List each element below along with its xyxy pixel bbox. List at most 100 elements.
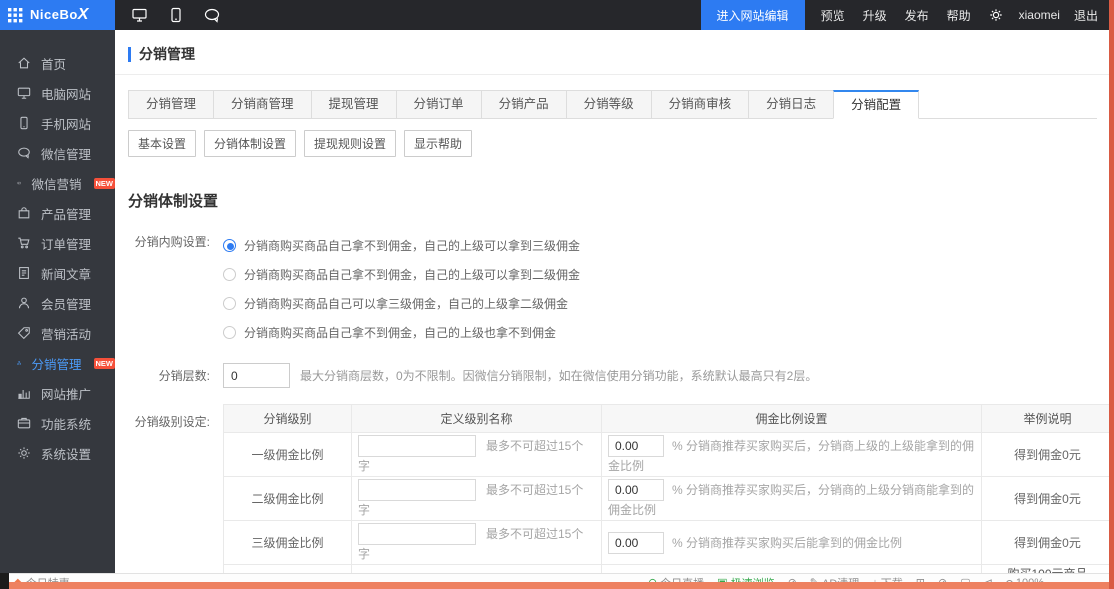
tab-withdraw-mgmt[interactable]: 提现管理 <box>311 90 397 119</box>
mobile-view-icon[interactable] <box>170 7 182 23</box>
level1-name-input[interactable] <box>358 435 476 457</box>
radio-selected-icon[interactable] <box>223 239 236 252</box>
sidebar-item-label: 功能系统 <box>41 414 91 433</box>
header-divider <box>115 74 1114 75</box>
new-badge: NEW <box>94 178 116 189</box>
level1-rate-input[interactable] <box>608 435 664 457</box>
level2-name-input[interactable] <box>358 479 476 501</box>
bottom-orange-bar <box>9 582 1114 589</box>
sidebar-item-products[interactable]: 产品管理 <box>0 198 115 228</box>
tab-distribution-levels[interactable]: 分销等级 <box>566 90 652 119</box>
table-row-level1: 一级佣金比例 最多不可超过15个字 % 分销商推荐买家购买后，分销商上级的上级能… <box>224 433 1114 477</box>
radio-option-2[interactable]: 分销商购买商品自己拿不到佣金，自己的上级可以拿到二级佣金 <box>223 260 580 289</box>
distribution-levels-setting: 分销层数: 最大分销商层数，0为不限制。因微信分销限制，如在微信使用分销功能，系… <box>128 363 1114 388</box>
tab-distribution-log[interactable]: 分销日志 <box>748 90 834 119</box>
sidebar-item-function-system[interactable]: 功能系统 <box>0 408 115 438</box>
briefcase-icon <box>17 416 31 430</box>
tab-distributor-review[interactable]: 分销商审核 <box>651 90 750 119</box>
radio-option-text: 分销商购买商品自己拿不到佣金，自己的上级也拿不到佣金 <box>244 324 556 341</box>
level-table-label: 分销级别设定: <box>128 404 210 573</box>
document-icon <box>17 266 31 280</box>
topbar-user: xiaomei 退出 <box>1019 0 1114 30</box>
rate-description: % 分销商推荐买家购买后能拿到的佣金比例 <box>672 536 902 550</box>
config-subtabs: 基本设置 分销体制设置 提现规则设置 显示帮助 <box>128 130 1114 157</box>
buyer-desc-cell: 直接购买商品的买家，无佣金 <box>602 565 982 574</box>
radio-option-4[interactable]: 分销商购买商品自己拿不到佣金，自己的上级也拿不到佣金 <box>223 318 580 347</box>
menu-publish[interactable]: 发布 <box>905 7 929 24</box>
radio-group-label: 分销内购设置: <box>128 231 210 347</box>
logo-block[interactable]: NiceBoX <box>0 0 115 30</box>
tab-distribution-products[interactable]: 分销产品 <box>481 90 567 119</box>
sidebar-item-news[interactable]: 新闻文章 <box>0 258 115 288</box>
level-count-input[interactable] <box>223 363 290 388</box>
tab-distributor-mgmt[interactable]: 分销商管理 <box>213 90 312 119</box>
subtab-withdraw-rules[interactable]: 提现规则设置 <box>304 130 396 157</box>
home-icon <box>17 56 31 70</box>
sidebar-item-desktop-site[interactable]: 电脑网站 <box>0 78 115 108</box>
level3-rate-input[interactable] <box>608 532 664 554</box>
buyer-name-cell: - <box>352 565 602 574</box>
level3-name-input[interactable] <box>358 523 476 545</box>
desktop-view-icon[interactable] <box>131 7 148 23</box>
level2-rate-input[interactable] <box>608 479 664 501</box>
subtab-basic-settings[interactable]: 基本设置 <box>128 130 196 157</box>
tab-distribution-config[interactable]: 分销配置 <box>833 90 919 119</box>
cart-icon <box>17 236 31 250</box>
main-content: 分销管理 分销管理 分销商管理 提现管理 分销订单 分销产品 分销等级 分销商审… <box>115 30 1114 573</box>
chat-icon <box>17 146 31 160</box>
col-header-example: 举例说明 <box>982 405 1114 433</box>
enter-site-editor-button[interactable]: 进入网站编辑 <box>701 0 805 30</box>
mobile-icon <box>17 116 31 130</box>
sidebar-item-label: 新闻文章 <box>41 264 91 283</box>
radio-unselected-icon[interactable] <box>223 297 236 310</box>
table-row-buyer: 买家 - 直接购买商品的买家，无佣金 购买100元商品 （不包含运费等其它费用） <box>224 565 1114 574</box>
sidebar-item-orders[interactable]: 订单管理 <box>0 228 115 258</box>
radio-option-1[interactable]: 分销商购买商品自己拿不到佣金，自己的上级可以拿到三级佣金 <box>223 231 580 260</box>
org-tree-icon <box>17 356 21 370</box>
subtab-system-settings[interactable]: 分销体制设置 <box>204 130 296 157</box>
tab-distribution-orders[interactable]: 分销订单 <box>396 90 482 119</box>
new-badge: NEW <box>94 358 116 369</box>
sidebar-item-marketing-activity[interactable]: 营销活动 <box>0 318 115 348</box>
device-switcher <box>115 0 221 30</box>
sidebar-item-wechat-mgmt[interactable]: 微信管理 <box>0 138 115 168</box>
sidebar-item-members[interactable]: 会员管理 <box>0 288 115 318</box>
username[interactable]: xiaomei <box>1019 8 1060 22</box>
sidebar-item-wechat-marketing[interactable]: 微信营销 NEW <box>0 168 115 198</box>
col-header-name: 定义级别名称 <box>352 405 602 433</box>
settings-gear-icon <box>17 446 31 460</box>
brand-logo: NiceBoX <box>30 6 89 24</box>
app-body: 首页 电脑网站 手机网站 微信管理 微信营销 NEW 产品管理 <box>0 30 1114 573</box>
sidebar-item-site-promotion[interactable]: 网站推广 <box>0 378 115 408</box>
radio-unselected-icon[interactable] <box>223 268 236 281</box>
radio-option-text: 分销商购买商品自己可以拿三级佣金，自己的上级拿二级佣金 <box>244 295 568 312</box>
menu-preview[interactable]: 预览 <box>821 7 845 24</box>
sidebar-item-label: 网站推广 <box>41 384 91 403</box>
gear-icon[interactable] <box>989 8 1003 22</box>
section-heading-system: 分销体制设置 <box>128 190 1114 211</box>
logout-link[interactable]: 退出 <box>1074 7 1098 24</box>
level-cell: 三级佣金比例 <box>224 521 352 565</box>
col-header-level: 分销级别 <box>224 405 352 433</box>
page-header: 分销管理 <box>128 44 1114 64</box>
radio-group: 分销商购买商品自己拿不到佣金，自己的上级可以拿到三级佣金 分销商购买商品自己拿不… <box>223 231 580 347</box>
radio-option-3[interactable]: 分销商购买商品自己可以拿三级佣金，自己的上级拿二级佣金 <box>223 289 580 318</box>
apps-grid-icon[interactable] <box>8 8 23 23</box>
tab-distribution-mgmt[interactable]: 分销管理 <box>128 90 214 119</box>
menu-upgrade[interactable]: 升级 <box>863 7 887 24</box>
level-cell: 买家 <box>224 565 352 574</box>
tab-bar: 分销管理 分销商管理 提现管理 分销订单 分销产品 分销等级 分销商审核 分销日… <box>128 90 1097 119</box>
radio-unselected-icon[interactable] <box>223 326 236 339</box>
sidebar-item-distribution[interactable]: 分销管理 NEW <box>0 348 115 378</box>
tag-icon <box>17 326 31 340</box>
sidebar-item-system-settings[interactable]: 系统设置 <box>0 438 115 468</box>
menu-help[interactable]: 帮助 <box>947 7 971 24</box>
subtab-show-help[interactable]: 显示帮助 <box>404 130 472 157</box>
sidebar-item-mobile-site[interactable]: 手机网站 <box>0 108 115 138</box>
table-row-level2: 二级佣金比例 最多不可超过15个字 % 分销商推荐买家购买后，分销商的上级分销商… <box>224 477 1114 521</box>
sidebar-item-label: 会员管理 <box>41 294 91 313</box>
sidebar-item-home[interactable]: 首页 <box>0 48 115 78</box>
bar-chart-icon <box>17 386 31 400</box>
sidebar-item-label: 手机网站 <box>41 114 91 133</box>
wechat-view-icon[interactable] <box>204 8 221 23</box>
